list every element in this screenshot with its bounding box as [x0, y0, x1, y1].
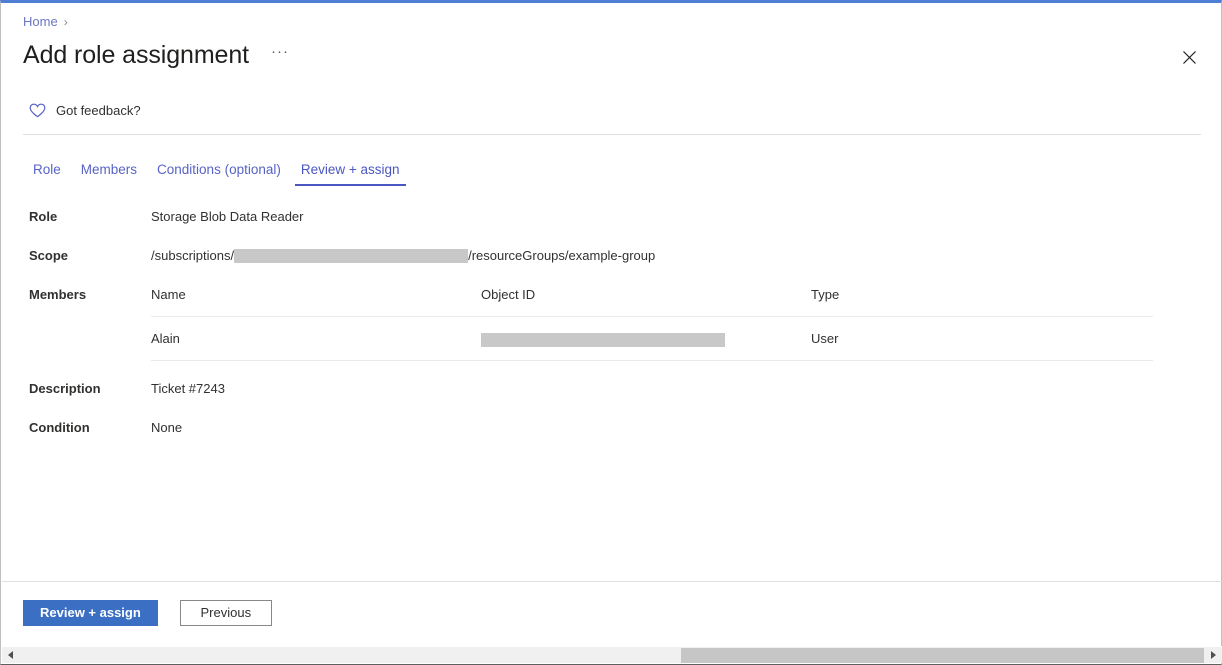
- horizontal-scrollbar[interactable]: [2, 646, 1222, 663]
- scope-prefix: /subscriptions/: [151, 247, 234, 265]
- scroll-right-arrow-icon[interactable]: [1205, 647, 1222, 664]
- field-value-condition: None: [151, 419, 182, 437]
- review-summary: Role Storage Blob Data Reader Scope /sub…: [1, 208, 1222, 458]
- members-table: Name Object ID Type Alain User: [151, 286, 1153, 361]
- table-row: Alain User: [151, 317, 1153, 361]
- field-role: Role Storage Blob Data Reader: [1, 208, 1222, 226]
- triangle-left-icon: [8, 651, 13, 659]
- tab-conditions[interactable]: Conditions (optional): [147, 158, 291, 186]
- chevron-right-icon: ›: [64, 15, 68, 29]
- heart-icon: [29, 103, 46, 118]
- field-label-description: Description: [1, 380, 151, 398]
- column-header-name: Name: [151, 286, 481, 317]
- field-label-role: Role: [1, 208, 151, 226]
- breadcrumb: Home ›: [23, 14, 68, 29]
- field-value-members: Name Object ID Type Alain User: [151, 286, 1153, 361]
- triangle-right-icon: [1211, 651, 1216, 659]
- field-condition: Condition None: [1, 419, 1222, 437]
- field-value-role: Storage Blob Data Reader: [151, 208, 303, 226]
- table-header-row: Name Object ID Type: [151, 286, 1153, 317]
- footer-divider: [2, 581, 1222, 582]
- feedback-divider: [23, 134, 1201, 135]
- previous-button[interactable]: Previous: [180, 600, 272, 626]
- blade-panel: Home › Add role assignment ··· Got feedb…: [0, 0, 1222, 665]
- field-members: Members Name Object ID Type Alain: [1, 286, 1222, 361]
- scrollbar-thumb[interactable]: [681, 648, 1204, 663]
- footer-actions: Review + assign Previous: [23, 600, 272, 626]
- cell-member-object-id: [481, 317, 811, 361]
- got-feedback-button[interactable]: Got feedback?: [29, 103, 141, 118]
- more-options-icon[interactable]: ···: [267, 42, 293, 68]
- scroll-left-arrow-icon[interactable]: [2, 647, 19, 664]
- tab-list: Role Members Conditions (optional) Revie…: [23, 158, 410, 186]
- got-feedback-label: Got feedback?: [56, 103, 141, 118]
- page-title: Add role assignment: [23, 39, 249, 71]
- cell-member-type: User: [811, 317, 1153, 361]
- field-label-scope: Scope: [1, 247, 151, 265]
- column-header-type: Type: [811, 286, 1153, 317]
- field-value-description: Ticket #7243: [151, 380, 225, 398]
- object-id-redaction-bar: [481, 333, 725, 347]
- breadcrumb-item-home[interactable]: Home: [23, 14, 58, 29]
- column-header-object-id: Object ID: [481, 286, 811, 317]
- field-label-condition: Condition: [1, 419, 151, 437]
- scope-redaction-bar: [234, 249, 468, 263]
- close-icon: [1183, 51, 1196, 64]
- field-label-members: Members: [1, 286, 151, 304]
- tab-members[interactable]: Members: [71, 158, 147, 186]
- field-value-scope: /subscriptions/ /resourceGroups/example-g…: [151, 247, 655, 265]
- review-assign-button[interactable]: Review + assign: [23, 600, 158, 626]
- title-row: Add role assignment ···: [23, 39, 293, 71]
- field-description: Description Ticket #7243: [1, 380, 1222, 398]
- scope-suffix: /resourceGroups/example-group: [468, 247, 655, 265]
- close-button[interactable]: [1173, 41, 1205, 73]
- scrollbar-track[interactable]: [19, 647, 1205, 664]
- tab-role[interactable]: Role: [23, 158, 71, 186]
- cell-member-name: Alain: [151, 317, 481, 361]
- field-scope: Scope /subscriptions/ /resourceGroups/exa…: [1, 247, 1222, 265]
- tab-review-assign[interactable]: Review + assign: [291, 158, 410, 186]
